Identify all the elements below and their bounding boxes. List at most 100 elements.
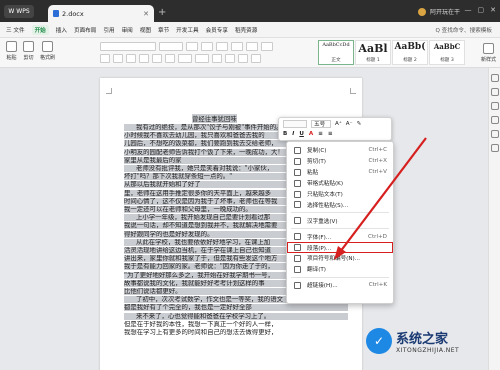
cut-label: 剪切 bbox=[23, 55, 34, 61]
menu-docer[interactable]: 稻壳资源 bbox=[235, 26, 257, 34]
rail-icon-4[interactable] bbox=[490, 116, 499, 124]
ctx-paste[interactable]: 粘贴 Ctrl+V bbox=[287, 167, 393, 178]
menu-references[interactable]: 引用 bbox=[103, 26, 114, 34]
rail-icon-5[interactable] bbox=[490, 130, 499, 138]
user-area[interactable]: 阿开玩在干 bbox=[417, 7, 460, 16]
style-gallery: AaBbCcDd 正文 AaBl 标题 1 AaBb( 标题 2 AaBbC 标… bbox=[318, 40, 465, 65]
shrink-font-icon[interactable]: A⁻ bbox=[346, 121, 353, 127]
menu-file[interactable]: 三 文件 bbox=[6, 26, 25, 34]
ctx-shortcut: Ctrl+V bbox=[368, 169, 387, 176]
bullets-icon[interactable] bbox=[231, 42, 243, 51]
align-left-icon[interactable] bbox=[212, 54, 222, 63]
font-family-select[interactable] bbox=[100, 42, 156, 51]
italic-icon[interactable] bbox=[113, 54, 123, 63]
align-center-icon[interactable] bbox=[225, 54, 235, 63]
ctx-shortcut: Ctrl+D bbox=[368, 233, 387, 240]
ctx-cut[interactable]: 剪切(T) Ctrl+X bbox=[287, 156, 393, 167]
justify-icon[interactable] bbox=[251, 54, 261, 63]
rail-icon-3[interactable] bbox=[490, 102, 499, 110]
menu-page-layout[interactable]: 页面布局 bbox=[74, 26, 96, 34]
watermark-logo-icon: ✓ bbox=[366, 328, 392, 354]
menu-insert[interactable]: 插入 bbox=[56, 26, 67, 34]
style-heading-1[interactable]: AaBl 标题 1 bbox=[355, 40, 391, 65]
style-sample: AaBbC bbox=[433, 42, 461, 51]
minimize-icon[interactable]: — bbox=[465, 6, 472, 14]
ctx-paste-keep-format[interactable]: 带格式粘贴(K) bbox=[287, 178, 393, 189]
style-heading-2[interactable]: AaBb( 标题 2 bbox=[392, 40, 428, 65]
new-style-label: 新样式 bbox=[480, 57, 496, 63]
command-search[interactable]: Q 查找命令、搜索模板 bbox=[435, 26, 492, 34]
clear-format-icon[interactable] bbox=[216, 42, 228, 51]
window-controls: — ▢ ✕ bbox=[465, 6, 497, 14]
highlight-icon[interactable] bbox=[195, 54, 209, 63]
rail-icon-6[interactable] bbox=[490, 144, 499, 152]
font-family-select[interactable] bbox=[283, 120, 307, 128]
format-painter-button[interactable]: 格式刷 bbox=[40, 41, 55, 61]
menu-divider bbox=[291, 276, 389, 278]
font-size-select[interactable] bbox=[159, 42, 183, 51]
ctx-copy[interactable]: 复制(C) Ctrl+C bbox=[287, 145, 393, 156]
document-line: 但是在于好我的本性，我想一下真正一个好的人一样， bbox=[124, 320, 278, 328]
close-window-icon[interactable]: ✕ bbox=[490, 6, 496, 14]
style-sample: AaBb( bbox=[394, 42, 426, 52]
menu-view[interactable]: 视图 bbox=[140, 26, 151, 34]
wps-home-tab[interactable]: W WPS bbox=[4, 5, 34, 18]
list-icon bbox=[294, 255, 301, 263]
menu-divider bbox=[291, 228, 389, 230]
style-sample: AaBl bbox=[358, 42, 388, 55]
cut-button[interactable]: 剪切 bbox=[23, 41, 34, 61]
ctx-hyperlink[interactable]: 超链接(H)... Ctrl+K bbox=[287, 280, 393, 291]
rail-icon-1[interactable] bbox=[490, 74, 499, 82]
ctx-label: 剪切(T) bbox=[307, 159, 326, 166]
underline-button[interactable]: U bbox=[299, 131, 304, 137]
indent-icon[interactable] bbox=[261, 42, 273, 51]
rail-icon-2[interactable] bbox=[490, 88, 499, 96]
menu-member[interactable]: 会员专享 bbox=[206, 26, 228, 34]
new-tab-icon[interactable]: + bbox=[158, 7, 166, 18]
style-heading-3[interactable]: AaBbC 标题 3 bbox=[429, 40, 465, 65]
ctx-paragraph[interactable]: 段落(P)... bbox=[287, 242, 393, 254]
grow-font-icon[interactable]: A⁺ bbox=[335, 121, 342, 127]
italic-button[interactable]: I bbox=[292, 131, 294, 137]
ctx-font[interactable]: 字体(F)... Ctrl+D bbox=[287, 231, 393, 242]
maximize-icon[interactable]: ▢ bbox=[478, 6, 485, 14]
ctx-hanzi-reselect[interactable]: 汉字重选(V) bbox=[287, 215, 393, 226]
paste-button[interactable]: 粘贴 bbox=[6, 41, 17, 61]
paste-special-icon bbox=[294, 201, 301, 209]
ctx-paste-text-only[interactable]: 只粘贴文本(T) bbox=[287, 189, 393, 200]
close-tab-icon[interactable]: ✕ bbox=[143, 10, 149, 18]
style-normal[interactable]: AaBbCcDd 正文 bbox=[318, 40, 354, 65]
menu-chapter[interactable]: 章节 bbox=[158, 26, 169, 34]
menu-home[interactable]: 开始 bbox=[31, 24, 49, 35]
ctx-label: 汉字重选(V) bbox=[307, 218, 338, 225]
line-spacing-button[interactable]: ≡ bbox=[328, 131, 333, 137]
font-color-button[interactable]: A bbox=[309, 131, 313, 137]
new-style-button[interactable]: 新样式 bbox=[481, 43, 496, 63]
subscript-icon[interactable] bbox=[165, 54, 175, 63]
scissors-icon bbox=[294, 157, 301, 165]
format-painter-label: 格式刷 bbox=[40, 55, 56, 61]
align-center-button[interactable]: ≡ bbox=[318, 131, 323, 137]
document-tab[interactable]: 2.docx ✕ bbox=[48, 5, 154, 22]
bold-button[interactable]: B bbox=[283, 131, 287, 137]
style-label: 标题 3 bbox=[440, 58, 454, 63]
superscript-icon[interactable] bbox=[152, 54, 162, 63]
underline-icon[interactable] bbox=[126, 54, 136, 63]
font-size-select[interactable]: 五号 bbox=[311, 120, 331, 128]
align-right-icon[interactable] bbox=[238, 54, 248, 63]
grow-font-icon[interactable] bbox=[186, 42, 198, 51]
menu-developer[interactable]: 开发工具 bbox=[176, 26, 198, 34]
numbering-icon[interactable] bbox=[246, 42, 258, 51]
style-icon[interactable]: ✎ bbox=[357, 121, 362, 127]
font-color-icon[interactable] bbox=[178, 54, 192, 63]
document-tab-label: 2.docx bbox=[62, 9, 84, 18]
strikethrough-icon[interactable] bbox=[139, 54, 149, 63]
ctx-bullets-numbering[interactable]: 项目符号和编号(N)... bbox=[287, 253, 393, 264]
hanzi-icon bbox=[294, 217, 301, 225]
bold-icon[interactable] bbox=[100, 54, 110, 63]
shrink-font-icon[interactable] bbox=[201, 42, 213, 51]
ctx-translate[interactable]: 翻译(T) bbox=[287, 264, 393, 275]
ctx-paste-special[interactable]: 选择性粘贴(S)... bbox=[287, 199, 393, 210]
menu-review[interactable]: 审阅 bbox=[122, 26, 133, 34]
style-label: 标题 2 bbox=[403, 58, 417, 63]
